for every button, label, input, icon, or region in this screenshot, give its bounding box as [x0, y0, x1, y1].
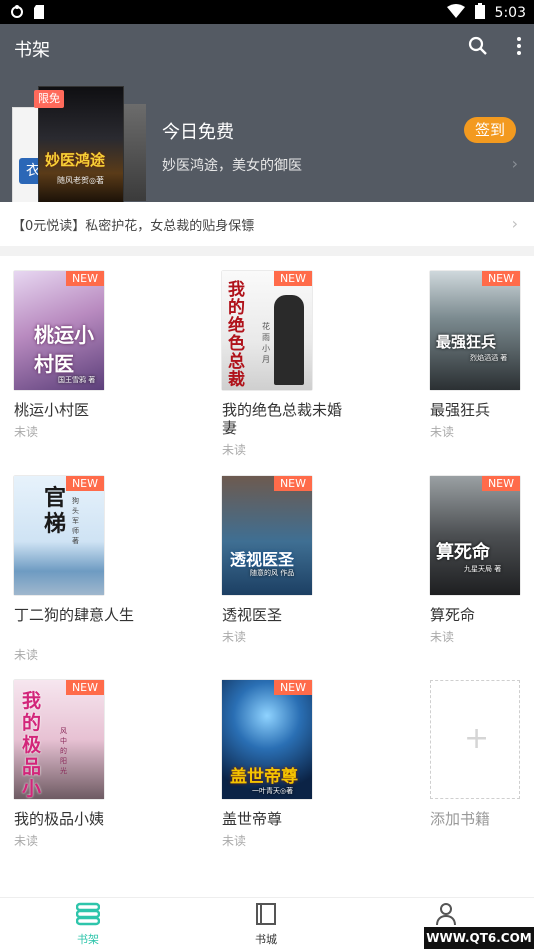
book-title: 我的绝色总裁未婚妻 — [222, 401, 343, 437]
user-icon — [416, 902, 476, 929]
book-title: 盖世帝尊 — [222, 810, 283, 828]
promo-row[interactable]: 【0元悦读】私密护花，女总裁的贴身保镖 › — [0, 202, 534, 256]
book-cover[interactable]: 官梯 狗头军师 著 NEW — [14, 476, 104, 595]
app-bar: 书架 — [0, 24, 534, 72]
watermark-text: WWW.QT6.COM — [424, 927, 534, 949]
book-cover[interactable]: 盖世帝尊 一叶青天◎著 NEW — [222, 680, 312, 799]
book-title: 我的极品小姨 — [14, 810, 105, 828]
sync-icon — [10, 4, 24, 23]
wifi-icon — [446, 4, 465, 22]
book-cover[interactable]: 最强狂兵 烈焰滔滔 著 NEW — [430, 271, 520, 390]
add-book-label: 添加书籍 — [430, 810, 491, 828]
read-status: 未读 — [222, 443, 247, 457]
read-status: 未读 — [430, 630, 455, 644]
promo-text: 【0元悦读】私密护花，女总裁的贴身保镖 — [12, 219, 255, 234]
tab-label: 书城 — [255, 933, 277, 946]
read-status: 未读 — [222, 834, 247, 848]
new-badge: NEW — [65, 476, 104, 491]
book-cover[interactable]: 透视医圣 随意的风 作品 NEW — [222, 476, 312, 595]
tab-bookshelf[interactable]: 书架 — [58, 902, 118, 947]
status-bar: 5:03 — [0, 0, 534, 24]
new-badge: NEW — [273, 476, 312, 491]
new-badge: NEW — [273, 680, 312, 695]
page-title: 书架 — [14, 40, 50, 61]
banner-headline: 今日免费 — [162, 122, 234, 143]
book-title: 最强狂兵 — [430, 401, 491, 419]
plus-icon: + — [464, 721, 490, 756]
free-today-banner[interactable]: 衣 妙医鸿途 随风老贺◎著 限免 今日免费 妙医鸿途，美女的御医 签到 › — [0, 72, 534, 204]
read-status: 未读 — [14, 425, 39, 439]
limited-free-badge: 限免 — [34, 90, 64, 108]
book-title: 透视医圣 — [222, 606, 283, 624]
bookshelf-icon — [58, 902, 118, 929]
search-icon[interactable] — [468, 36, 488, 60]
book-cover[interactable]: 算死命 九星天局 著 NEW — [430, 476, 520, 595]
banner-cover-title: 妙医鸿途 — [45, 151, 106, 169]
add-book-button[interactable]: + — [430, 680, 520, 799]
more-options-icon[interactable] — [516, 36, 522, 60]
sd-card-icon — [34, 4, 44, 23]
new-badge: NEW — [481, 476, 520, 491]
read-status: 未读 — [14, 834, 39, 848]
book-icon — [236, 902, 296, 929]
tab-label: 书架 — [77, 933, 99, 946]
read-status: 未读 — [14, 648, 39, 662]
book-cover[interactable]: 桃运小村医 国王雪鸦 著 NEW — [14, 271, 104, 390]
battery-icon — [474, 3, 485, 23]
new-badge: NEW — [481, 271, 520, 286]
tab-profile[interactable] — [416, 902, 476, 929]
book-cover[interactable]: 我的绝色总裁 花雨小月 NEW — [222, 271, 312, 390]
chevron-right-icon: › — [511, 154, 518, 173]
book-title: 算死命 — [430, 606, 476, 624]
book-title: 丁二狗的肆意人生 — [14, 606, 135, 624]
book-title: 桃运小村医 — [14, 401, 90, 419]
new-badge: NEW — [65, 271, 104, 286]
new-badge: NEW — [273, 271, 312, 286]
read-status: 未读 — [222, 630, 247, 644]
clock-time: 5:03 — [494, 5, 526, 21]
new-badge: NEW — [65, 680, 104, 695]
read-status: 未读 — [430, 425, 455, 439]
tab-bookstore[interactable]: 书城 — [236, 902, 296, 947]
chevron-right-icon: › — [511, 214, 518, 233]
signin-button[interactable]: 签到 — [464, 117, 516, 143]
banner-description: 妙医鸿途，美女的御医 — [162, 158, 302, 174]
book-cover[interactable]: 我的极品小姨 风中的阳光 NEW — [14, 680, 104, 799]
banner-cover-author: 随风老贺◎著 — [57, 176, 104, 185]
